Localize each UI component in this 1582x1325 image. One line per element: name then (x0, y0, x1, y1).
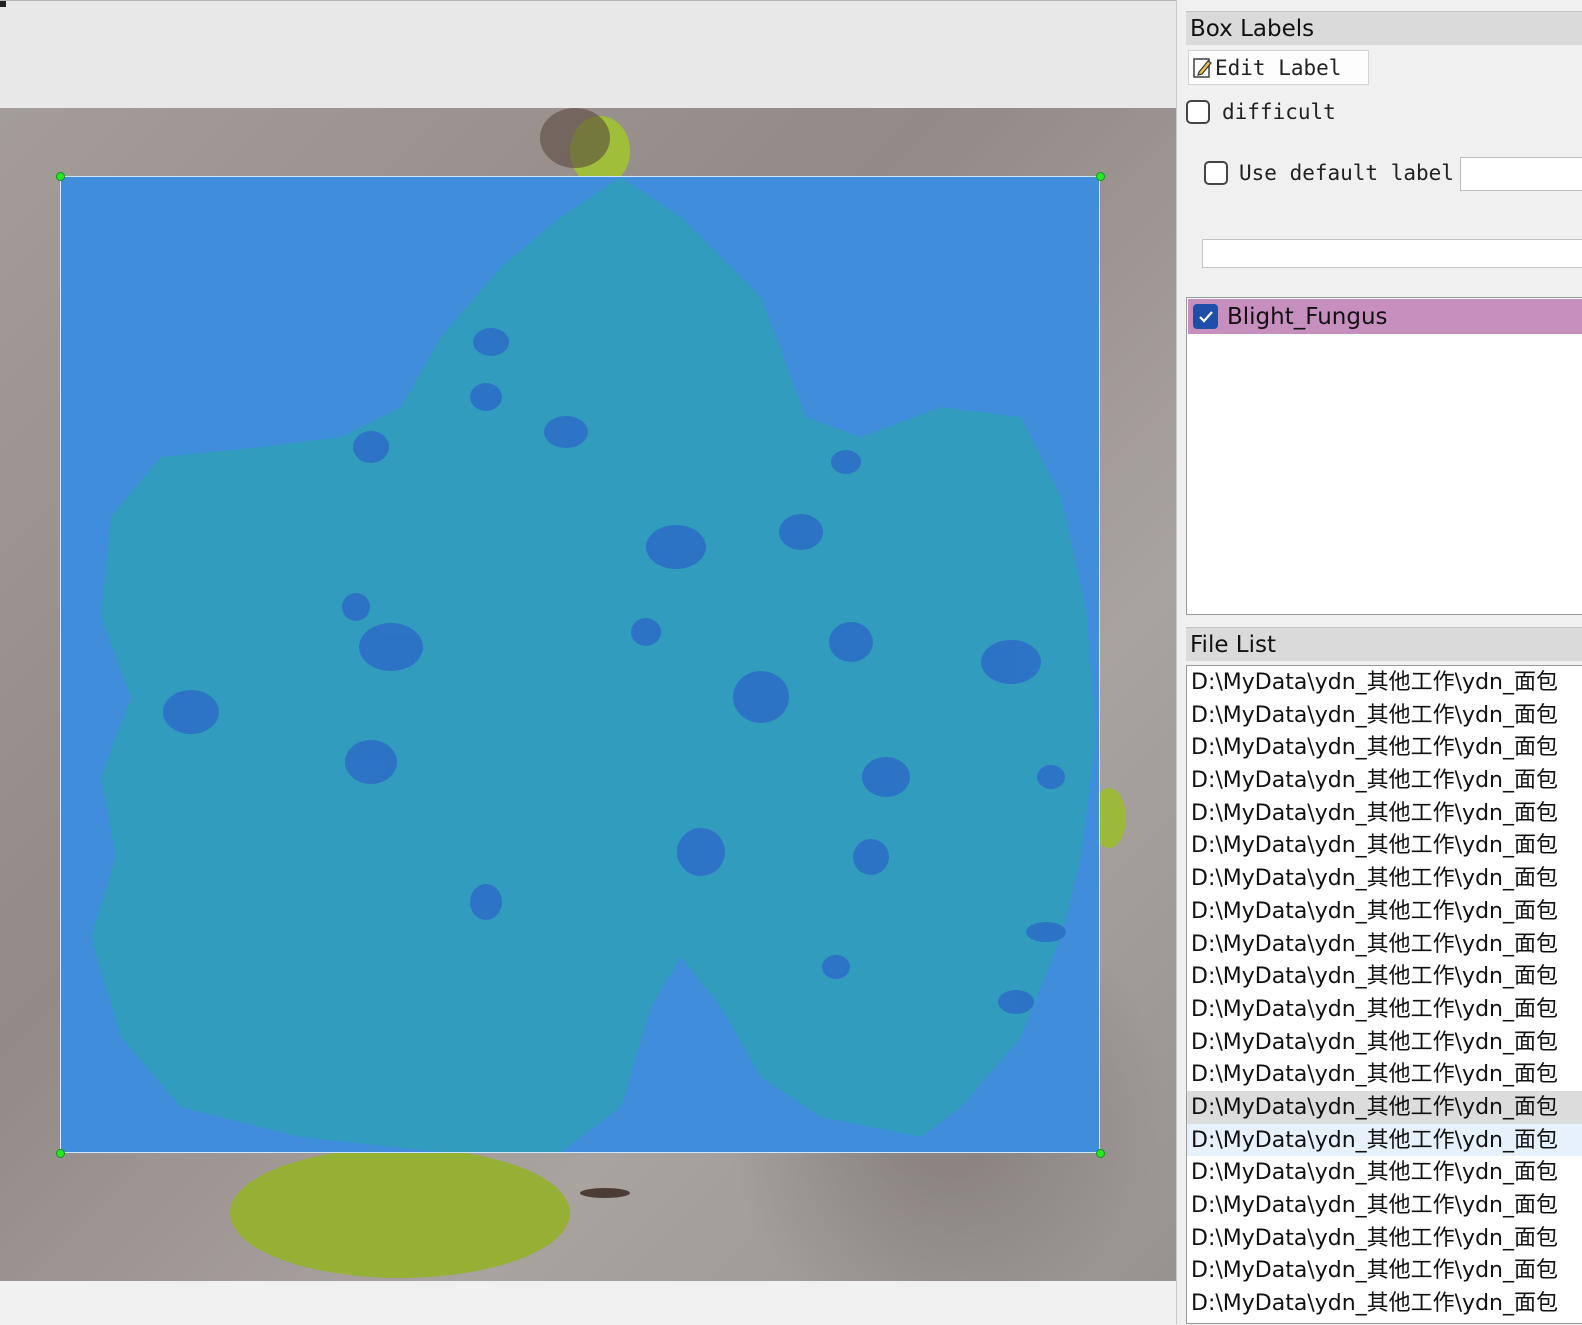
use-default-label-checkbox[interactable] (1204, 161, 1228, 185)
label-item-text: Blight_Fungus (1227, 303, 1388, 330)
bbox-handle-top-right[interactable] (1096, 172, 1105, 181)
leaf-shape (91, 177, 1096, 1152)
file-list-item[interactable]: D:\MyData\ydn_其他工作\ydn_面包 (1187, 1058, 1582, 1091)
file-list-item[interactable]: D:\MyData\ydn_其他工作\ydn_面包 (1187, 1222, 1582, 1255)
image-canvas[interactable] (0, 0, 1176, 1325)
right-dock: Box Labels Edit Label difficult Use defa… (1176, 0, 1582, 1324)
file-list-item[interactable]: D:\MyData\ydn_其他工作\ydn_面包 (1187, 1026, 1582, 1059)
default-label-input[interactable] (1460, 157, 1582, 191)
file-list-item[interactable]: D:\MyData\ydn_其他工作\ydn_面包 (1187, 666, 1582, 699)
file-list-item[interactable]: D:\MyData\ydn_其他工作\ydn_面包 (1187, 895, 1582, 928)
file-list-item[interactable]: D:\MyData\ydn_其他工作\ydn_面包 (1187, 1123, 1582, 1157)
file-list-item[interactable]: D:\MyData\ydn_其他工作\ydn_面包 (1187, 1090, 1582, 1124)
file-list-item[interactable]: D:\MyData\ydn_其他工作\ydn_面包 (1187, 1254, 1582, 1287)
edit-label-button[interactable]: Edit Label (1188, 50, 1369, 85)
label-filter-input[interactable] (1202, 239, 1582, 268)
file-list-item[interactable]: D:\MyData\ydn_其他工作\ydn_面包 (1187, 764, 1582, 797)
file-list-item[interactable]: D:\MyData\ydn_其他工作\ydn_面包 (1187, 960, 1582, 993)
file-list-item[interactable]: D:\MyData\ydn_其他工作\ydn_面包 (1187, 928, 1582, 961)
canvas-bottom-strip (0, 1281, 1176, 1325)
label-list[interactable]: Blight_Fungus (1186, 297, 1582, 615)
leaf-body (91, 177, 1096, 1152)
file-list-item[interactable]: D:\MyData\ydn_其他工作\ydn_面包 (1187, 797, 1582, 830)
leaf-piece-bottom (230, 1148, 570, 1278)
use-default-label-text: Use default label (1239, 161, 1454, 185)
edit-label-text: Edit Label (1215, 55, 1342, 80)
file-list-header: File List (1186, 627, 1582, 661)
stem-shadow-top (540, 108, 610, 168)
file-list[interactable]: D:\MyData\ydn_其他工作\ydn_面包 D:\MyData\ydn_其… (1186, 665, 1582, 1324)
checkmark-icon (1198, 310, 1213, 323)
file-list-item[interactable]: D:\MyData\ydn_其他工作\ydn_面包 (1187, 699, 1582, 732)
bbox-handle-bottom-left[interactable] (56, 1149, 65, 1158)
debris-mark (580, 1188, 630, 1198)
label-list-item[interactable]: Blight_Fungus (1188, 299, 1582, 334)
difficult-checkbox[interactable] (1186, 100, 1210, 124)
window-corner-mark (0, 1, 6, 7)
file-list-item[interactable]: D:\MyData\ydn_其他工作\ydn_面包 (1187, 862, 1582, 895)
bounding-box-blight-fungus[interactable] (60, 176, 1100, 1153)
file-list-item[interactable]: D:\MyData\ydn_其他工作\ydn_面包 (1187, 1156, 1582, 1189)
box-labels-header: Box Labels (1186, 11, 1582, 45)
file-list-item[interactable]: D:\MyData\ydn_其他工作\ydn_面包 (1187, 1189, 1582, 1222)
bbox-handle-top-left[interactable] (56, 172, 65, 181)
file-list-item[interactable]: D:\MyData\ydn_其他工作\ydn_面包 (1187, 829, 1582, 862)
difficult-label: difficult (1222, 100, 1336, 124)
label-item-checkbox[interactable] (1193, 304, 1218, 329)
file-list-item[interactable]: D:\MyData\ydn_其他工作\ydn_面包 (1187, 1287, 1582, 1320)
bbox-handle-bottom-right[interactable] (1096, 1149, 1105, 1158)
file-list-item[interactable]: D:\MyData\ydn_其他工作\ydn_面包 (1187, 731, 1582, 764)
file-list-item[interactable]: D:\MyData\ydn_其他工作\ydn_面包 (1187, 993, 1582, 1026)
edit-pencil-icon (1193, 58, 1212, 78)
